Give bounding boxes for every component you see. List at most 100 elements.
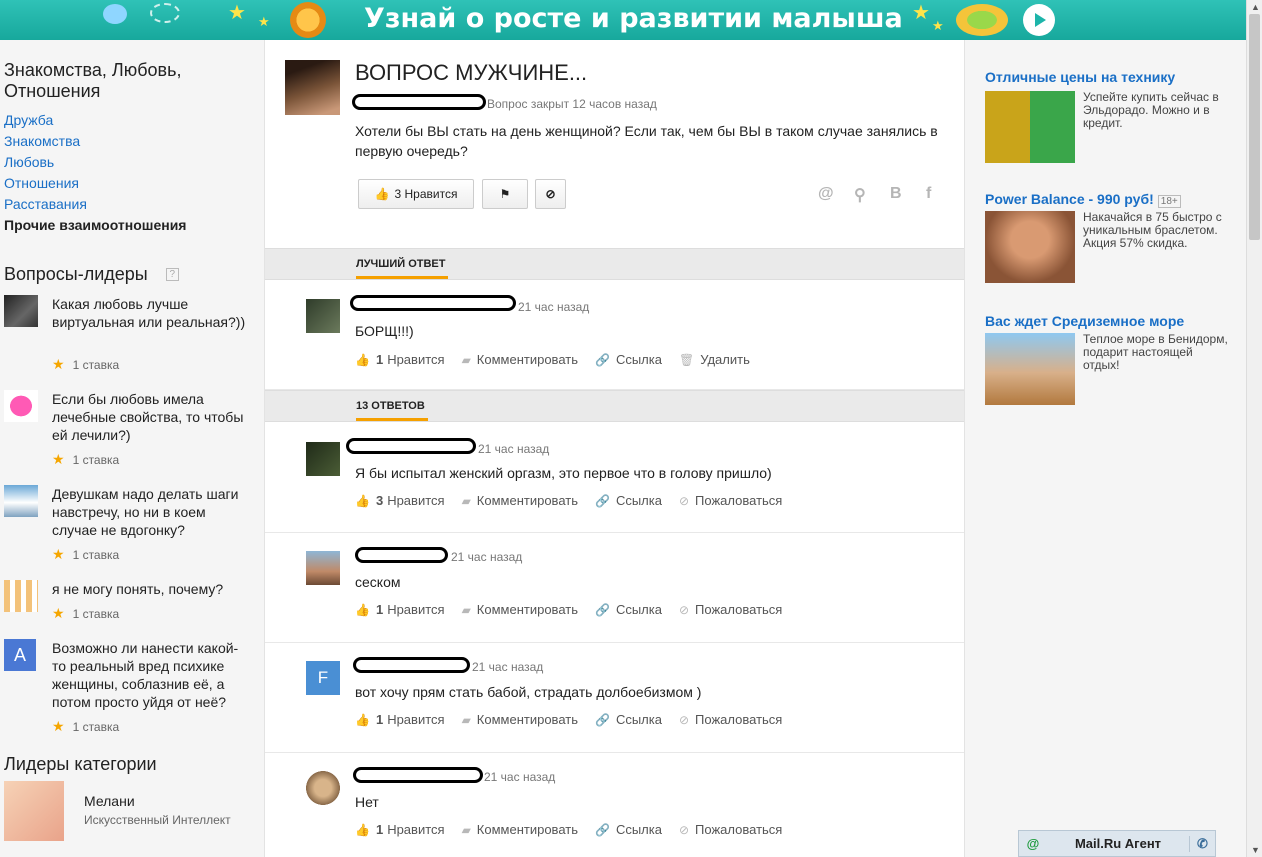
phone-icon[interactable]: ✆	[1189, 835, 1215, 852]
link-action[interactable]: 🔗 Ссылка	[595, 822, 662, 837]
ad-title-row[interactable]: Power Balance - 990 руб! 18+	[985, 191, 1235, 208]
link-action[interactable]: 🔗 Ссылка	[595, 493, 662, 508]
question-text[interactable]: Возможно ли нанести какой-то реальный вр…	[52, 639, 252, 711]
star-icon: ★	[912, 2, 930, 24]
ad-description[interactable]: Накачайся в 75 быстро с уникальным брасл…	[1083, 211, 1228, 250]
delete-action[interactable]: 🗑 Удалить	[679, 352, 750, 367]
mail-agent-widget[interactable]: @ Mail.Ru Агент ✆	[1018, 830, 1216, 857]
link-action[interactable]: 🔗 Ссылка	[595, 712, 662, 727]
help-icon[interactable]: ?	[165, 268, 179, 281]
comment-action[interactable]: ▰ Комментировать	[462, 493, 578, 508]
link-icon: 🔗	[595, 822, 610, 837]
question-text[interactable]: Какая любовь лучше виртуальная или реаль…	[52, 295, 252, 331]
comment-action[interactable]: ▰ Комментировать	[462, 822, 578, 837]
avatar[interactable]	[306, 299, 340, 333]
like-action[interactable]: 👍 1 Нравится	[355, 602, 445, 617]
play-icon[interactable]	[1023, 4, 1055, 36]
avatar[interactable]	[306, 551, 340, 585]
avatar[interactable]	[4, 781, 64, 841]
comment-action[interactable]: ▰ Комментировать	[462, 712, 578, 727]
category-link-friendship[interactable]: Дружба	[4, 110, 254, 131]
ad-title[interactable]: Power Balance - 990 руб!	[985, 191, 1154, 207]
report-action[interactable]: ⊘ Пожаловаться	[679, 493, 782, 508]
ad-title[interactable]: Вас ждет Средиземное море	[985, 313, 1235, 329]
leader-question-item[interactable]: A Возможно ли нанести какой-то реальный …	[4, 639, 254, 752]
question-text[interactable]: я не могу понять, почему?	[52, 580, 252, 598]
report-action[interactable]: ⊘ Пожаловаться	[679, 602, 782, 617]
avatar-letter[interactable]: F	[306, 661, 340, 695]
like-button[interactable]: 👍 3 Нравится	[358, 179, 474, 209]
best-answer: 21 час назад БОРЩ!!!) 👍 1 Нравится ▰ Коммен…	[265, 281, 964, 390]
block-button[interactable]: ⊘	[535, 179, 566, 209]
star-icon: ★	[932, 18, 944, 33]
agent-label[interactable]: Mail.Ru Агент	[1047, 836, 1189, 851]
ad-description[interactable]: Теплое море в Бенидорм, подарит настояще…	[1083, 333, 1228, 372]
comment-action[interactable]: ▰ Комментировать	[462, 352, 578, 367]
comment-action[interactable]: ▰ Комментировать	[462, 602, 578, 617]
leader-question-item[interactable]: я не могу понять, почему? ★ 1 ставка	[4, 580, 254, 639]
like-action[interactable]: 👍 1 Нравится	[355, 352, 445, 367]
avatar[interactable]	[306, 442, 340, 476]
left-sidebar: Знакомства, Любовь, Отношения Дружба Зна…	[4, 60, 254, 841]
scroll-thumb[interactable]	[1249, 14, 1260, 240]
ad-image[interactable]	[985, 211, 1075, 283]
avatar[interactable]	[306, 771, 340, 805]
leader-question-item[interactable]: Если бы любовь имела лечебные свойства, …	[4, 390, 254, 485]
link-icon: 🔗	[595, 602, 610, 617]
redacted-username	[352, 94, 486, 110]
top-banner-ad[interactable]: ★ ★ Узнай о росте и развитии малыша ★ ★	[0, 0, 1246, 40]
star-icon: ★	[258, 14, 270, 29]
like-count: 1	[375, 352, 384, 367]
question-text[interactable]: Девушкам надо делать шаги навстречу, но …	[52, 485, 252, 539]
ad-description[interactable]: Успейте купить сейчас в Эльдорадо. Можно…	[1083, 91, 1228, 130]
like-action[interactable]: 👍 1 Нравится	[355, 712, 445, 727]
mail-share-icon[interactable]: @	[818, 185, 834, 203]
leader-question-item[interactable]: Девушкам надо делать шаги навстречу, но …	[4, 485, 254, 580]
category-leader[interactable]: Мелани Искусственный Интеллект	[4, 781, 254, 841]
ad-image[interactable]	[985, 91, 1075, 163]
leader-question-item[interactable]: Какая любовь лучше виртуальная или реаль…	[4, 295, 254, 390]
question-text[interactable]: Если бы любовь имела лечебные свойства, …	[52, 390, 252, 444]
scroll-up-icon[interactable]: ▲	[1251, 2, 1260, 12]
ad-image[interactable]	[985, 333, 1075, 405]
answer-actions: 👍 1 Нравится ▰ Комментировать 🔗 Ссылка 🗑 Удал…	[355, 352, 767, 367]
thumbs-up-icon: 👍	[355, 602, 370, 617]
link-action[interactable]: 🔗 Ссылка	[595, 602, 662, 617]
report-action[interactable]: ⊘ Пожаловаться	[679, 712, 782, 727]
ad-block[interactable]: Вас ждет Средиземное море Теплое море в …	[985, 313, 1235, 413]
ok-share-icon[interactable]: ⚲	[854, 185, 866, 205]
comment-icon: ▰	[461, 602, 471, 617]
ad-block[interactable]: Power Balance - 990 руб! 18+ Накачайся в …	[985, 191, 1235, 291]
redacted-username	[355, 547, 448, 563]
scroll-down-icon[interactable]: ▼	[1251, 845, 1260, 855]
scrollbar[interactable]: ▲ ▼	[1246, 0, 1262, 857]
delete-label: Удалить	[700, 352, 750, 367]
category-link-relations[interactable]: Отношения	[4, 173, 254, 194]
category-link-love[interactable]: Любовь	[4, 152, 254, 173]
question-thumb	[4, 580, 38, 612]
avatar[interactable]	[285, 60, 340, 115]
category-link-other[interactable]: Прочие взаимоотношения	[4, 215, 254, 236]
stake-label: 1 ставка	[72, 548, 120, 562]
stake-count: ★ 1 ставка	[52, 451, 119, 468]
comment-label: Комментировать	[476, 602, 578, 617]
leader-name[interactable]: Мелани	[84, 793, 135, 809]
category-link-breakups[interactable]: Расставания	[4, 194, 254, 215]
link-label: Ссылка	[615, 493, 662, 508]
answer-time: 21 час назад	[484, 770, 556, 784]
vk-share-icon[interactable]: B	[890, 185, 902, 203]
category-link-dating[interactable]: Знакомства	[4, 131, 254, 152]
like-action[interactable]: 👍 1 Нравится	[355, 822, 445, 837]
turtle-icon	[956, 4, 1008, 36]
ad-block[interactable]: Отличные цены на технику Успейте купить …	[985, 69, 1235, 169]
bookmark-button[interactable]: ⚑	[482, 179, 528, 209]
report-action[interactable]: ⊘ Пожаловаться	[679, 822, 782, 837]
link-action[interactable]: 🔗 Ссылка	[595, 352, 662, 367]
like-action[interactable]: 👍 3 Нравится	[355, 493, 445, 508]
link-label: Ссылка	[615, 352, 662, 367]
like-label: 3 Нравится	[394, 187, 458, 201]
leader-questions-title: Вопросы-лидеры ?	[4, 264, 254, 285]
ad-title[interactable]: Отличные цены на технику	[985, 69, 1235, 85]
facebook-share-icon[interactable]: f	[926, 185, 931, 203]
category-title: Знакомства, Любовь, Отношения	[4, 60, 182, 101]
